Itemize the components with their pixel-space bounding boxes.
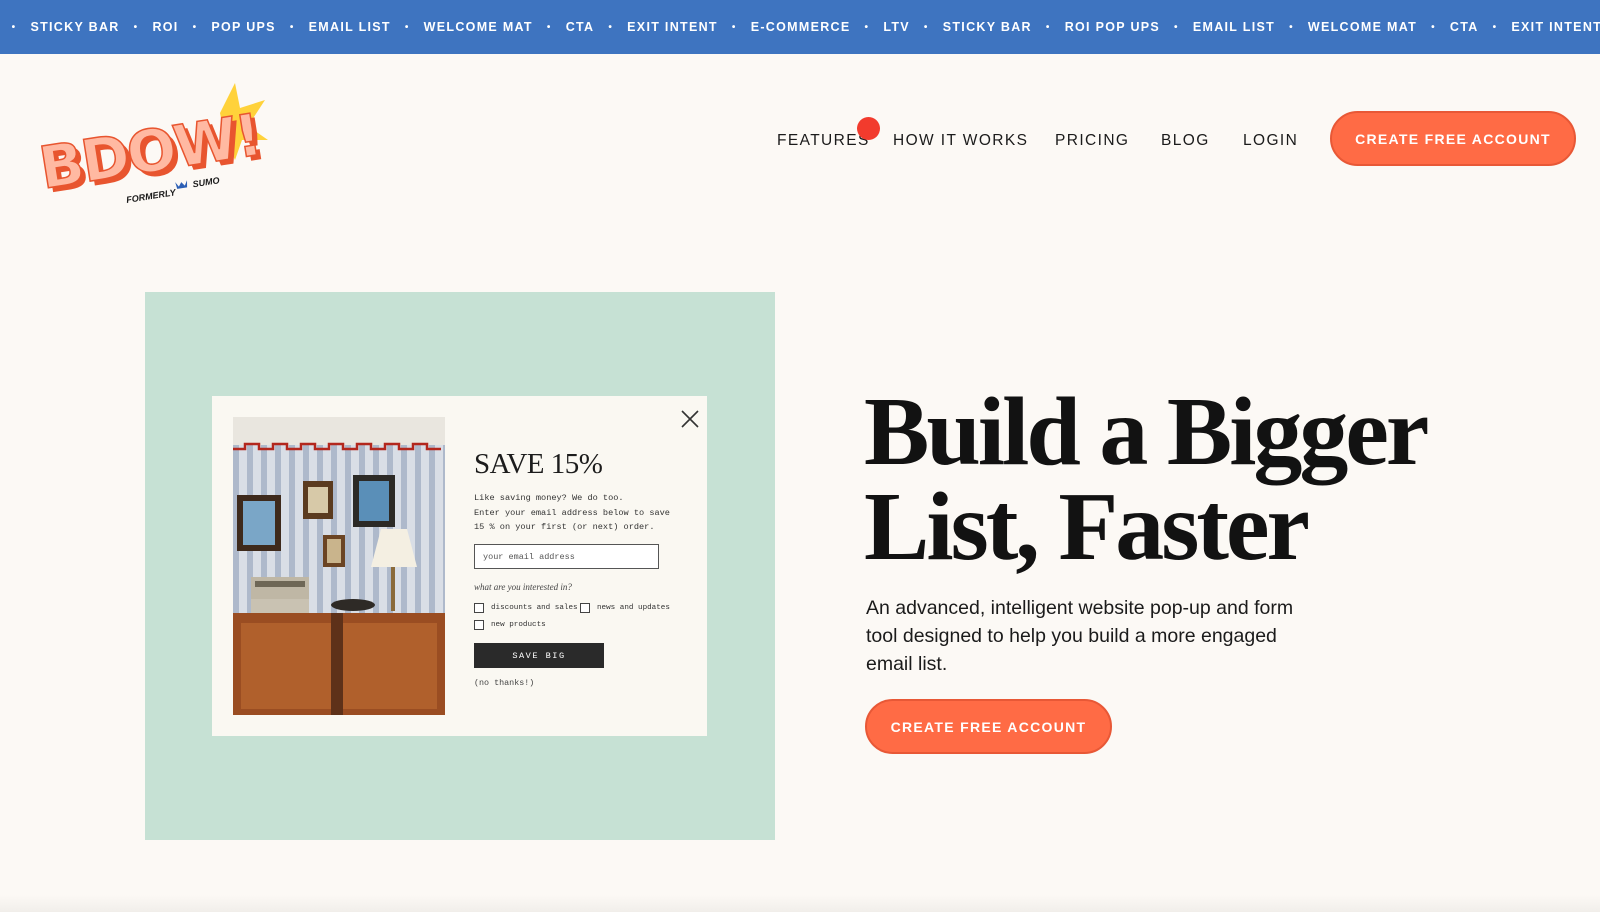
- ticker-item: WELCOME MAT: [423, 20, 533, 34]
- ticker-item: STICKY BAR: [942, 20, 1032, 34]
- ticker-item: EXIT INTENT: [1511, 20, 1600, 34]
- checkbox-label: news and updates: [597, 604, 670, 612]
- ticker-separator: •: [1174, 21, 1179, 33]
- checkbox-new-products[interactable]: new products: [474, 620, 546, 630]
- nav-how-it-works[interactable]: HOW IT WORKS: [893, 132, 1028, 150]
- ticker-separator: •: [731, 21, 737, 33]
- popup-decline-link[interactable]: (no thanks!): [474, 678, 534, 688]
- ticker-item: POP UPS: [211, 20, 276, 34]
- popup-body-line: 15 % on your first (or next) order.: [474, 522, 655, 532]
- popup-photo: [233, 417, 445, 715]
- popup-email-input[interactable]: your email address: [474, 544, 659, 569]
- popup-body-line: Enter your email address below to save: [474, 507, 670, 518]
- checkbox[interactable]: [474, 620, 484, 630]
- hero-subtitle: An advanced, intelligent website pop-up …: [866, 597, 1294, 675]
- ticker-separator: •: [133, 21, 139, 33]
- popup-example: SAVE 15% Like saving money? We do too. E…: [212, 396, 707, 736]
- ticker-item: WELCOME MAT: [1307, 20, 1418, 34]
- ticker-item: LTV: [883, 20, 910, 34]
- header-create-account-button[interactable]: CREATE FREE ACCOUNT: [1330, 111, 1576, 166]
- checkbox-label: discounts and sales: [491, 604, 578, 612]
- hero-popup-preview: SAVE 15% Like saving money? We do too. E…: [145, 292, 775, 840]
- hero-create-account-button[interactable]: CREATE FREE ACCOUNT: [865, 699, 1112, 754]
- popup-interest-question: what are you interested in?: [474, 582, 572, 592]
- ticker-separator: •: [1492, 21, 1498, 33]
- marquee-ticker-bar: V•STICKY BAR•ROI•POP UPS•EMAIL LIST•WELC…: [0, 0, 1600, 54]
- ticker-separator: •: [608, 21, 614, 33]
- close-icon[interactable]: [679, 408, 701, 430]
- checkbox[interactable]: [474, 603, 484, 613]
- popup-body-line: Like saving money? We do too.: [474, 493, 624, 503]
- ticker-item: STICKY BAR: [30, 20, 120, 34]
- room-image: [233, 417, 445, 715]
- hero-headline: Build a Bigger List, Faster: [864, 378, 1564, 581]
- ticker-item: CTA: [565, 20, 595, 34]
- popup-title: SAVE 15%: [474, 448, 603, 480]
- ticker-separator: •: [1045, 21, 1051, 33]
- notification-dot: [857, 117, 880, 140]
- nav-pricing[interactable]: PRICING: [1055, 132, 1129, 150]
- ticker-separator: •: [864, 21, 870, 33]
- popup-submit-button[interactable]: SAVE BIG: [474, 643, 604, 668]
- ticker-separator: •: [1289, 21, 1294, 33]
- ticker-item: CTA: [1449, 20, 1479, 34]
- ticker-item: EMAIL LIST: [308, 20, 391, 34]
- popup-description: Like saving money? We do too. Enter your…: [474, 491, 689, 535]
- hero-headline-line2: List, Faster: [864, 473, 1310, 581]
- ticker-separator: •: [192, 21, 198, 33]
- checkbox-discounts[interactable]: discounts and sales: [474, 603, 578, 613]
- ticker-item: ROI POP UPS: [1064, 20, 1161, 34]
- ticker-separator: •: [546, 21, 552, 33]
- ticker-separator: •: [1431, 21, 1436, 33]
- hero-headline-line1: Build a Bigger: [864, 378, 1429, 486]
- marquee-track: V•STICKY BAR•ROI•POP UPS•EMAIL LIST•WELC…: [0, 0, 1600, 54]
- ticker-separator: •: [11, 21, 17, 33]
- ticker-item: EMAIL LIST: [1192, 20, 1276, 34]
- ticker-separator: •: [923, 21, 929, 33]
- section-divider: [0, 895, 1600, 912]
- ticker-item: EXIT INTENT: [627, 20, 718, 34]
- nav-blog[interactable]: BLOG: [1161, 132, 1210, 150]
- nav-features[interactable]: FEATURES: [777, 132, 870, 150]
- nav-login[interactable]: LOGIN: [1243, 132, 1298, 150]
- checkbox-news[interactable]: news and updates: [580, 603, 670, 613]
- ticker-separator: •: [404, 21, 410, 33]
- ticker-item: E-COMMERCE: [750, 20, 851, 34]
- ticker-item: ROI: [152, 20, 179, 34]
- checkbox-label: new products: [491, 621, 546, 629]
- ticker-separator: •: [289, 21, 295, 33]
- checkbox[interactable]: [580, 603, 590, 613]
